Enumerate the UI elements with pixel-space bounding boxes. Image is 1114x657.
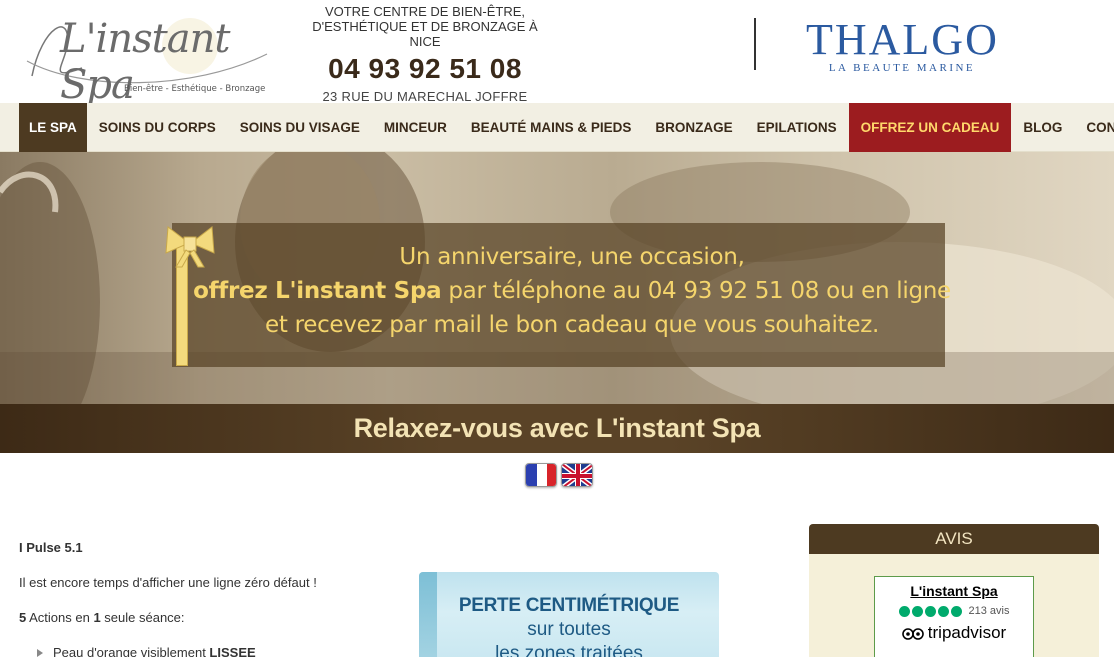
site-header: L'instant Spa Bien-être - Esthétique - B… <box>0 0 1114 108</box>
promo-image-text: PERTE CENTIMÉTRIQUE sur toutes les zones… <box>419 594 719 657</box>
logo-tagline: Bien-être - Esthétique - Bronzage <box>124 84 266 94</box>
rating-bubble-icon <box>937 605 949 617</box>
main-navigation: LE SPA SOINS DU CORPS SOINS DU VISAGE MI… <box>0 103 1114 152</box>
rating-bubble-icon <box>898 605 910 617</box>
tripadvisor-business-link[interactable]: L'instant Spa <box>875 583 1033 599</box>
tripadvisor-logo[interactable]: tripadvisor <box>875 623 1033 643</box>
promo-image-line1: PERTE CENTIMÉTRIQUE <box>458 595 680 616</box>
promo-line1: Un anniversaire, une occasion, <box>399 244 745 270</box>
content-actions-line: 5 Actions en 1 seule séance: <box>19 610 379 625</box>
nav-item-blog[interactable]: BLOG <box>1011 103 1074 152</box>
phone-number[interactable]: 04 93 92 51 08 <box>300 53 550 85</box>
nav-item-le-spa[interactable]: LE SPA <box>19 103 87 152</box>
bullet-arrow-icon <box>37 648 43 657</box>
nav-item-soins-du-corps[interactable]: SOINS DU CORPS <box>87 103 228 152</box>
contact-info: VOTRE CENTRE DE BIEN-ÊTRE, D'ESTHÉTIQUE … <box>300 4 550 104</box>
list-item-prefix: Peau d'orange visiblement <box>53 645 210 657</box>
actions-text: Actions en <box>26 610 94 625</box>
thalgo-wordmark: THALGO <box>806 15 999 64</box>
tripadvisor-owl-icon <box>901 628 924 640</box>
nav-item-epilations[interactable]: EPILATIONS <box>745 103 849 152</box>
reviews-header: AVIS <box>809 524 1099 554</box>
tripadvisor-badge[interactable]: L'instant Spa 213 avis tripadvisor <box>874 576 1034 657</box>
promo-line2: offrez L'instant Spa par téléphone au 04… <box>192 274 952 308</box>
rating-bubble-icon <box>924 605 936 617</box>
content-title: I Pulse 5.1 <box>19 540 83 555</box>
list-item: Peau d'orange visiblement LISSEE <box>37 645 379 657</box>
content-paragraph: Il est encore temps d'afficher une ligne… <box>19 575 317 590</box>
session-count: 1 <box>93 610 101 625</box>
review-count[interactable]: 213 avis <box>969 605 1010 617</box>
promo-line3: et recevez par mail le bon cadeau que vo… <box>265 312 879 338</box>
site-logo[interactable]: L'instant Spa Bien-être - Esthétique - B… <box>22 6 272 108</box>
address: 23 RUE DU MARECHAL JOFFRE <box>322 89 528 104</box>
benefits-list: Peau d'orange visiblement LISSEE <box>37 645 379 657</box>
tripadvisor-wordmark: tripadvisor <box>927 623 1007 642</box>
nav-item-contact[interactable]: CONTACT <box>1074 103 1114 152</box>
rating-bubbles: 213 avis <box>875 605 1033 617</box>
gift-promo-text: Un anniversaire, une occasion, offrez L'… <box>192 240 952 342</box>
promo-image-line3: les zones traitées <box>495 643 643 657</box>
nav-item-offrez-un-cadeau[interactable]: OFFREZ UN CADEAU <box>848 103 1012 152</box>
nav-item-beaute-mains-pieds[interactable]: BEAUTÉ MAINS & PIEDS <box>459 103 644 152</box>
language-switcher <box>525 463 593 487</box>
rating-bubble-icon <box>911 605 923 617</box>
centre-description-line1: VOTRE CENTRE DE BIEN-ÊTRE, <box>324 4 526 19</box>
logo-wordmark: L'instant Spa <box>60 16 230 108</box>
list-item-strong: LISSEE <box>209 645 256 657</box>
rating-bubble-icon <box>950 605 962 617</box>
header-divider <box>754 18 756 70</box>
nav-item-minceur[interactable]: MINCEUR <box>372 103 459 152</box>
french-flag-icon[interactable] <box>525 463 557 487</box>
hero-banner[interactable]: Un anniversaire, une occasion, offrez L'… <box>0 152 1114 404</box>
promo-line2-rest: par téléphone au 04 93 92 51 08 ou en li… <box>441 278 951 304</box>
thalgo-logo[interactable]: THALGO LA BEAUTE MARINE <box>806 15 999 75</box>
promo-image[interactable]: PERTE CENTIMÉTRIQUE sur toutes les zones… <box>419 572 719 657</box>
centre-description-line2: D'ESTHÉTIQUE ET DE BRONZAGE À NICE <box>312 19 538 49</box>
list-item-text: Peau d'orange visiblement LISSEE <box>53 645 256 657</box>
reviews-widget: AVIS L'instant Spa 213 avis tripadvisor <box>809 524 1099 657</box>
promo-line2-strong: offrez L'instant Spa <box>193 278 442 304</box>
thalgo-subtitle: LA BEAUTE MARINE <box>828 62 976 74</box>
nav-item-soins-du-visage[interactable]: SOINS DU VISAGE <box>228 103 372 152</box>
session-text: seule séance: <box>100 610 185 625</box>
uk-flag-icon[interactable] <box>561 463 593 487</box>
page-title: Relaxez-vous avec L'instant Spa <box>0 404 1114 453</box>
nav-item-bronzage[interactable]: BRONZAGE <box>643 103 744 152</box>
main-content: I Pulse 5.1 Il est encore temps d'affich… <box>19 540 379 657</box>
promo-image-line2: sur toutes <box>527 619 611 640</box>
